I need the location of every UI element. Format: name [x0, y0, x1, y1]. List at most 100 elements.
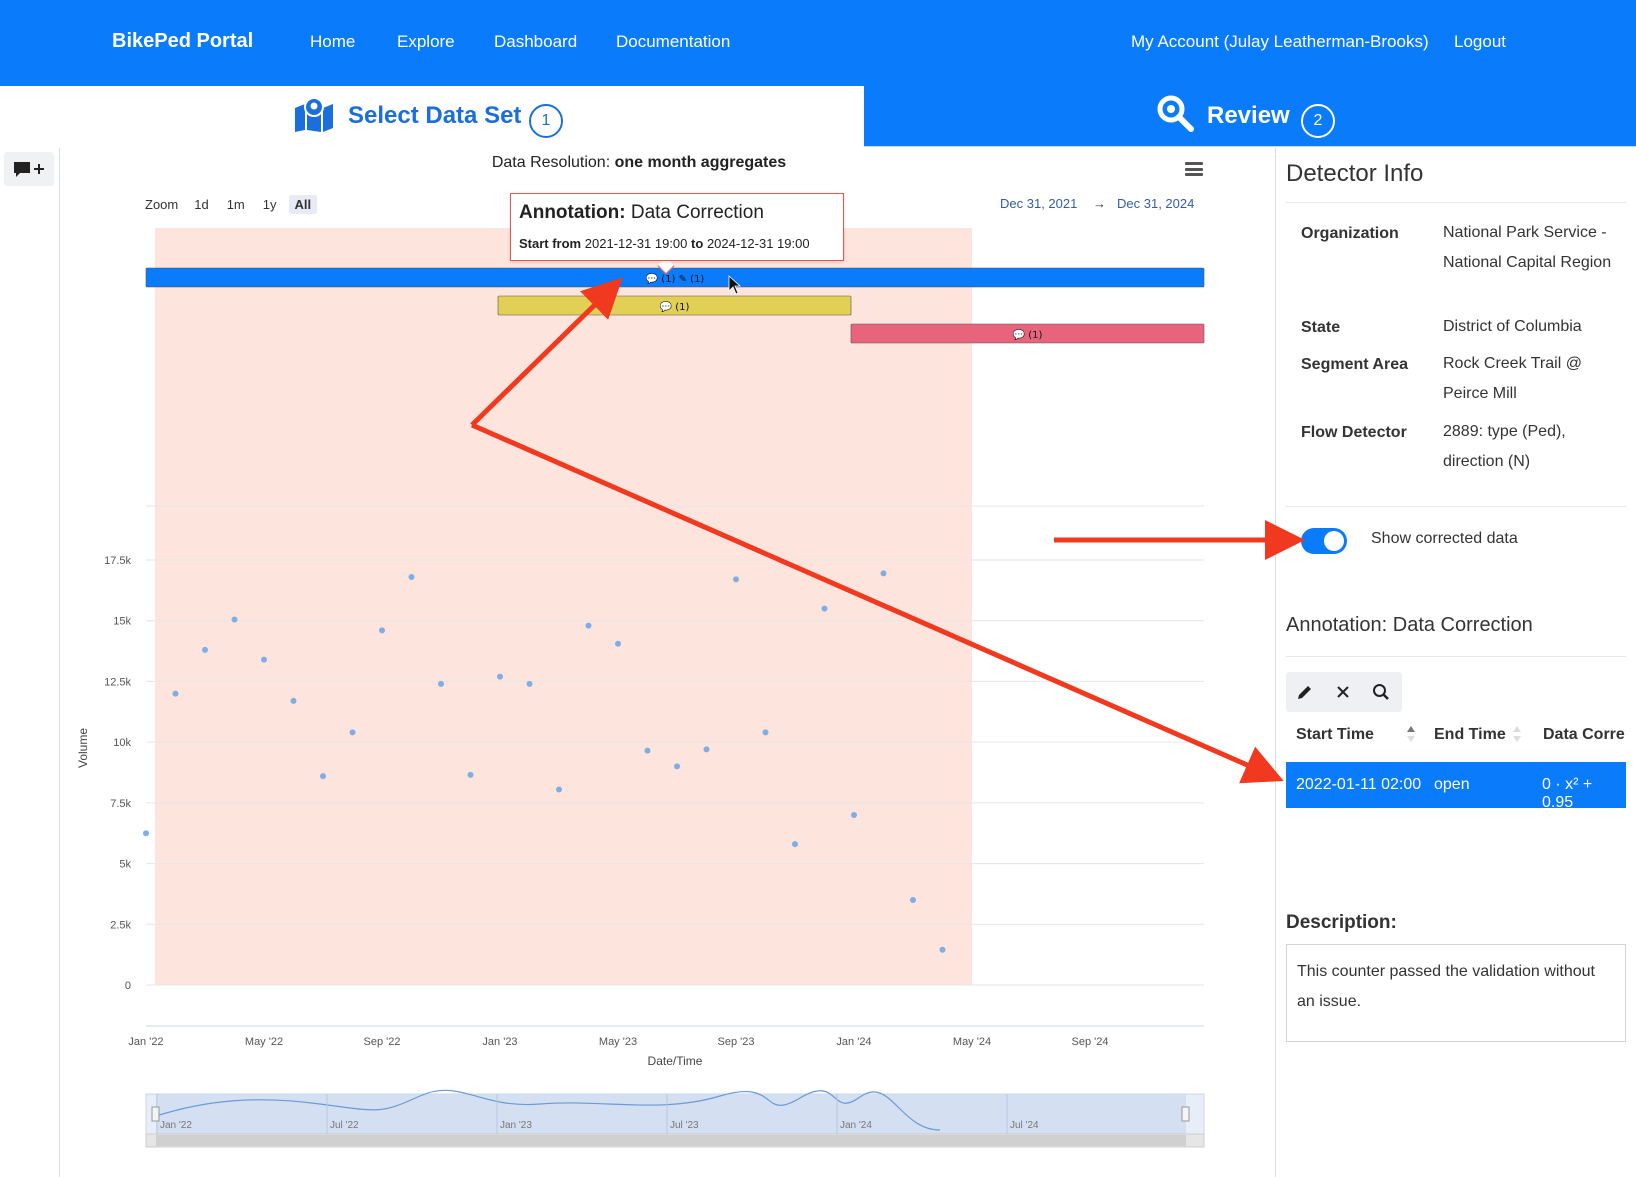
x-tick-label: Jan '22	[128, 1036, 163, 1048]
annotation-bar-label: 💬 (1) ✎ (1)	[646, 272, 705, 285]
data-point[interactable]	[438, 680, 444, 687]
tooltip-title-bold: Annotation:	[519, 202, 626, 223]
show-corrected-data-toggle[interactable]	[1301, 528, 1347, 554]
data-point[interactable]	[644, 747, 651, 754]
step-select-data-set[interactable]: Select Data Set 1	[0, 86, 864, 147]
data-point[interactable]	[762, 729, 769, 736]
info-value-flow-detector: 2889: type (Ped), direction (N)	[1443, 423, 1566, 470]
zoom-controls: Zoom 1d 1m 1y All	[145, 194, 318, 214]
data-point[interactable]	[320, 773, 326, 780]
y-tick-label: 10k	[113, 737, 131, 749]
data-point[interactable]	[231, 616, 238, 623]
zoom-all-button[interactable]: All	[288, 194, 318, 214]
divider	[1286, 656, 1626, 657]
corrected-range-band	[155, 228, 972, 985]
detector-info-title: Detector Info	[1286, 160, 1424, 187]
mini-sidebar	[0, 148, 60, 1177]
step-number-1: 1	[529, 104, 563, 138]
step-review[interactable]: Review 2	[864, 86, 1636, 146]
navigator-label: Jan '23	[500, 1120, 532, 1131]
tooltip-to-label: to	[691, 236, 704, 251]
nav-documentation-link[interactable]: Documentation	[616, 32, 730, 52]
step-bar: Select Data Set 1 Review 2	[0, 86, 1636, 147]
navigator-label: Jul '24	[1010, 1120, 1039, 1131]
annotation-title: Annotation: Data Correction	[1286, 614, 1533, 636]
data-point[interactable]	[408, 574, 415, 580]
row-start-time: 2022-01-11 02:00	[1296, 776, 1422, 793]
col-data-correction[interactable]: Data Corre	[1543, 726, 1636, 744]
sort-icon[interactable]	[1406, 725, 1416, 743]
zoom-1d-button[interactable]: 1d	[188, 195, 214, 214]
x-tick-label: Jan '23	[482, 1036, 517, 1048]
data-point[interactable]	[703, 746, 710, 753]
annotation-bar-label: 💬 (1)	[660, 300, 690, 313]
nav-dashboard-link[interactable]: Dashboard	[494, 32, 577, 52]
range-to-input[interactable]: Dec 31, 2024	[1117, 196, 1194, 211]
info-value-state: District of Columbia	[1443, 318, 1582, 335]
x-axis-label: Date/Time	[648, 1054, 703, 1068]
col-start-time[interactable]: Start Time	[1296, 726, 1374, 744]
y-tick-label: 15k	[113, 616, 131, 628]
data-point[interactable]	[910, 897, 916, 903]
data-point[interactable]	[556, 786, 562, 793]
data-point[interactable]	[733, 576, 739, 583]
resolution-value: one month aggregates	[614, 154, 787, 171]
zoom-to-annotation-button[interactable]	[1362, 672, 1400, 712]
step-select-label: Select Data Set	[348, 102, 522, 129]
data-point[interactable]	[585, 622, 592, 629]
tooltip-start-value: 2021-12-31 19:00	[584, 236, 688, 251]
info-key-organization: Organization	[1301, 225, 1399, 242]
navigator-label: Jan '22	[160, 1120, 192, 1131]
x-tick-label: May '23	[599, 1036, 637, 1048]
map-pin-icon	[295, 97, 333, 132]
navigator-label: Jul '22	[330, 1120, 359, 1131]
delete-annotation-button[interactable]	[1324, 672, 1362, 712]
my-account-link[interactable]: My Account (Julay Leatherman-Brooks)	[1131, 32, 1429, 52]
data-point[interactable]	[792, 841, 798, 848]
divider	[1286, 202, 1626, 203]
logout-link[interactable]: Logout	[1454, 32, 1506, 52]
nav-explore-link[interactable]: Explore	[397, 32, 455, 52]
data-point[interactable]	[467, 771, 474, 778]
annotation-table-row[interactable]: 2022-01-11 02:00 open 0 · x² + 0.95	[1286, 762, 1626, 811]
edit-annotation-button[interactable]	[1286, 672, 1324, 712]
navigator-label: Jan '24	[840, 1120, 872, 1131]
data-point[interactable]	[290, 697, 297, 704]
chart-menu-icon[interactable]	[1185, 162, 1203, 176]
zoom-1m-button[interactable]: 1m	[221, 195, 251, 214]
data-point[interactable]	[172, 690, 179, 697]
navigator-label: Jul '23	[670, 1120, 699, 1131]
data-point[interactable]	[674, 763, 680, 770]
y-axis-label: Volume	[76, 728, 90, 768]
zoom-1y-button[interactable]: 1y	[257, 195, 283, 214]
data-point[interactable]	[615, 640, 621, 647]
annotation-tooltip: Annotation: Data Correction Start from 2…	[510, 193, 844, 261]
data-point[interactable]	[821, 605, 828, 612]
nav-home-link[interactable]: Home	[310, 32, 355, 52]
close-icon	[1337, 686, 1349, 698]
data-point[interactable]	[143, 830, 149, 837]
range-from-input[interactable]: Dec 31, 2021	[1000, 196, 1077, 211]
sort-icon[interactable]	[1512, 725, 1522, 743]
data-point[interactable]	[880, 570, 887, 577]
data-point[interactable]	[261, 656, 267, 663]
data-point[interactable]	[349, 729, 356, 736]
data-point[interactable]	[379, 627, 385, 634]
navigator-handle-right[interactable]	[1181, 1106, 1190, 1122]
description-label: Description:	[1286, 912, 1397, 933]
y-tick-label: 17.5k	[104, 555, 131, 567]
data-point[interactable]	[526, 680, 533, 687]
navigator-scrollbar-thumb[interactable]	[156, 1135, 1186, 1146]
data-point[interactable]	[939, 946, 946, 953]
brand-logo[interactable]: BikePed Portal	[112, 30, 253, 53]
data-point[interactable]	[497, 673, 503, 680]
navigator-handle-left[interactable]	[151, 1106, 160, 1122]
data-resolution-text: Data Resolution: one month aggregates	[60, 154, 1218, 172]
data-point[interactable]	[851, 812, 857, 818]
col-end-time[interactable]: End Time	[1434, 726, 1506, 744]
x-tick-label: Sep '23	[718, 1036, 755, 1048]
data-point[interactable]	[202, 646, 208, 653]
add-comment-button[interactable]	[4, 152, 54, 186]
tooltip-start-label: Start from	[519, 236, 582, 251]
range-arrow: →	[1093, 196, 1106, 211]
